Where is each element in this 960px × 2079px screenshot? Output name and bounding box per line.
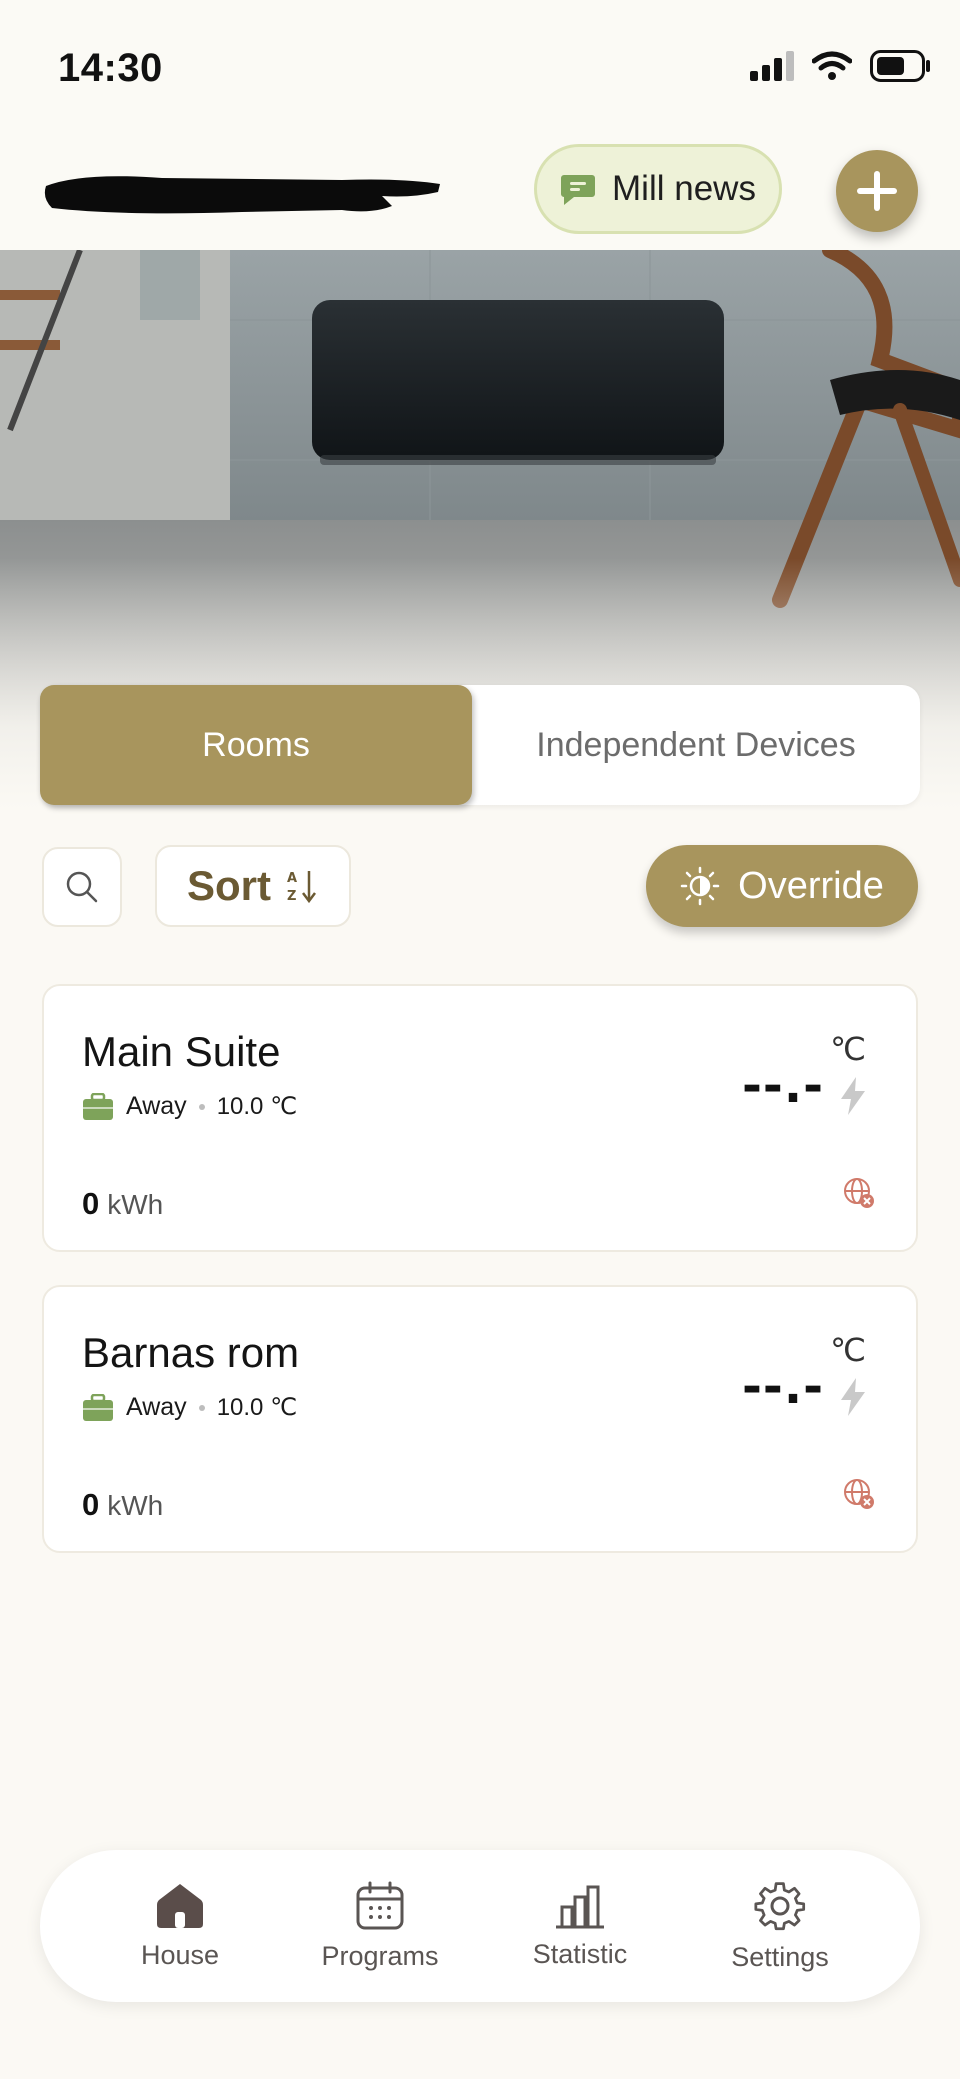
room-set-temp: 10.0 ℃ (216, 1394, 298, 1421)
room-mode: Away (126, 1092, 187, 1120)
temp-unit: ℃ (830, 1332, 866, 1368)
temp-unit: ℃ (830, 1031, 866, 1067)
nav-programs-label: Programs (321, 1940, 439, 1971)
room-card[interactable]: Barnas rom Away 10.0 ℃ 0 kWh ℃ --.- (42, 1285, 918, 1553)
room-status: Away 10.0 ℃ (82, 1092, 297, 1121)
nav-settings[interactable]: Settings (700, 1880, 860, 1973)
bottom-nav: House Programs Statistic Settings (40, 1850, 920, 2002)
nav-programs[interactable]: Programs (300, 1881, 460, 1972)
nav-statistic[interactable]: Statistic (500, 1883, 660, 1970)
room-name: Barnas rom (82, 1329, 300, 1376)
sort-button[interactable]: Sort A Z (155, 845, 351, 927)
room-status: Away 10.0 ℃ (82, 1393, 297, 1422)
house-icon (157, 1883, 203, 1928)
temp-readout: --.- (742, 1058, 824, 1114)
offline-globe-icon (844, 1178, 874, 1208)
search-icon (66, 871, 98, 903)
tab-rooms-label: Rooms (202, 725, 310, 764)
chat-icon (561, 175, 596, 205)
view-segmented-control: Rooms Independent Devices (40, 685, 920, 805)
nav-house-label: House (140, 1939, 220, 1970)
nav-settings-label: Settings (731, 1941, 829, 1972)
tab-rooms[interactable]: Rooms (40, 685, 472, 805)
override-label: Override (738, 864, 884, 907)
room-set-temp: 10.0 ℃ (216, 1093, 298, 1120)
svg-text:Z: Z (287, 889, 296, 904)
status-icons (750, 50, 932, 82)
wifi-icon (812, 51, 852, 80)
briefcase-icon (83, 1092, 113, 1120)
energy-value: 0 (82, 1186, 100, 1221)
nav-statistic-label: Statistic (532, 1938, 628, 1969)
nav-house[interactable]: House (100, 1882, 260, 1971)
gear-icon (754, 1881, 806, 1930)
mill-news-button[interactable]: Mill news (534, 144, 782, 234)
signal-icon (750, 51, 794, 81)
sort-az-icon: A Z (287, 871, 316, 904)
status-time: 14:30 (58, 46, 163, 90)
separator-dot (198, 1404, 205, 1411)
briefcase-icon (83, 1393, 113, 1421)
bar-chart-icon (556, 1885, 604, 1928)
energy-value: 0 (82, 1487, 100, 1522)
bolt-icon (841, 1077, 865, 1115)
energy-unit: kWh (107, 1189, 164, 1220)
room-card[interactable]: Main Suite Away 10.0 ℃ 0 kWh ℃ --.- (42, 984, 918, 1252)
room-name: Main Suite (82, 1028, 281, 1075)
brightness-icon (680, 866, 720, 906)
room-mode: Away (126, 1393, 187, 1421)
tab-independent-devices[interactable]: Independent Devices (472, 685, 920, 805)
search-button[interactable] (42, 847, 122, 927)
add-button[interactable] (836, 150, 918, 232)
sort-label: Sort (187, 862, 271, 909)
separator-dot (198, 1103, 205, 1110)
plus-icon (857, 171, 897, 211)
calendar-icon (356, 1881, 404, 1929)
room-energy: 0 kWh (82, 1487, 163, 1523)
tab-independent-devices-label: Independent Devices (536, 725, 856, 764)
offline-globe-icon (844, 1479, 874, 1509)
redacted-house-name (44, 176, 440, 214)
mill-news-label: Mill news (612, 169, 756, 208)
battery-icon (870, 50, 930, 82)
room-energy: 0 kWh (82, 1186, 163, 1222)
energy-unit: kWh (107, 1490, 164, 1521)
temp-readout: --.- (742, 1359, 824, 1415)
svg-text:A: A (287, 871, 297, 886)
status-bar: 14:30 (0, 0, 960, 130)
override-button[interactable]: Override (646, 845, 918, 927)
bolt-icon (841, 1378, 865, 1416)
